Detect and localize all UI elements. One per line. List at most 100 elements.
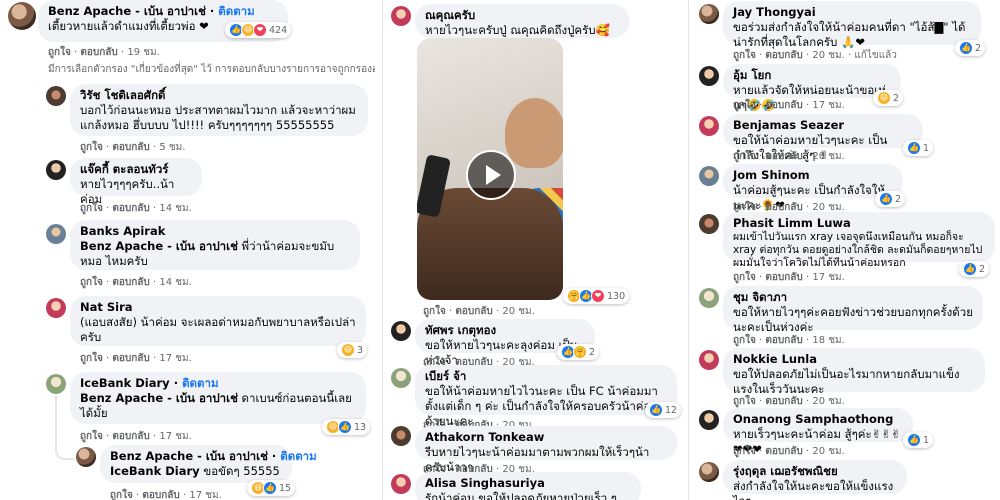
avatar[interactable] [46, 298, 66, 318]
like-link[interactable]: ถูกใจ [110, 490, 133, 500]
commenter-name[interactable]: รุ่งฤดุล เฌอรัชพณิชย [733, 464, 897, 479]
reaction-summary[interactable]: 👍 1 [903, 432, 934, 448]
reaction-summary[interactable]: 😆 3 [337, 342, 368, 358]
avatar[interactable] [391, 426, 411, 446]
reply-link[interactable]: ตอบกลับ [80, 47, 117, 58]
like-link[interactable]: ถูกใจ [80, 203, 103, 214]
commenter-name[interactable]: Benz Apache - เบ้น อาปาเช่ · ติดตาม [48, 4, 278, 19]
commenter-name[interactable]: ชุม จิดาภา [733, 290, 973, 305]
reaction-summary[interactable]: 👍 🤗 2 [557, 344, 600, 360]
timestamp[interactable]: 14 ชม. [159, 203, 191, 214]
commenter-name[interactable]: Benz Apache - เบ้น อาปาเช่ · ติดตาม [110, 449, 317, 464]
timestamp[interactable]: 17 ชม. [812, 272, 844, 283]
avatar[interactable] [699, 410, 719, 430]
avatar[interactable] [46, 160, 66, 180]
play-icon[interactable] [466, 150, 516, 200]
commenter-name[interactable]: วิรัช โชติเลอศักดิ์ [80, 88, 358, 103]
avatar[interactable] [699, 66, 719, 86]
follow-link[interactable]: ติดตาม [218, 4, 254, 18]
timestamp[interactable]: 19 ชม. [127, 47, 159, 58]
like-link[interactable]: ถูกใจ [733, 272, 756, 283]
like-link[interactable]: ถูกใจ [733, 396, 756, 407]
like-link[interactable]: ถูกใจ [48, 47, 71, 58]
reply-link[interactable]: ตอบกลับ [112, 142, 149, 153]
avatar[interactable] [391, 474, 411, 494]
avatar[interactable] [699, 350, 719, 370]
reaction-summary[interactable]: 👍 😆 ❤ 424 [225, 22, 292, 38]
like-link[interactable]: ถูกใจ [80, 277, 103, 288]
avatar[interactable] [699, 116, 719, 136]
like-link[interactable]: ถูกใจ [423, 306, 446, 317]
mention-tag[interactable]: IceBank Diary [110, 464, 200, 478]
commenter-name[interactable]: อุ้ม โยก [733, 68, 891, 83]
commenter-name[interactable]: ทัศพร เกตุทอง [425, 323, 585, 338]
commenter-name[interactable]: Nat Sira [80, 300, 356, 315]
mention-tag[interactable]: Benz Apache - เบ้น อาปาเช่ [80, 391, 238, 405]
commenter-name[interactable]: Phasit Limm Luwa [733, 216, 985, 231]
commenter-name[interactable]: Benjamas Seazer [733, 118, 913, 133]
commenter-name[interactable]: IceBank Diary · ติดตาม [80, 376, 356, 391]
commenter-name[interactable]: เบียร์ จ้า [425, 369, 667, 384]
reply-link[interactable]: ตอบกลับ [765, 446, 802, 457]
avatar[interactable] [76, 447, 96, 467]
avatar[interactable] [391, 321, 411, 341]
timestamp[interactable]: 17 ชม. [159, 353, 191, 364]
edited-label[interactable]: แก้ไขแล้ว [854, 50, 897, 61]
commenter-name[interactable]: Nokkie Lunla [733, 352, 975, 367]
follow-link[interactable]: ติดตาม [182, 376, 218, 390]
avatar[interactable] [391, 6, 411, 26]
reaction-summary[interactable]: 👍 2 [959, 261, 990, 277]
timestamp[interactable]: 20 ชม. [812, 446, 844, 457]
timestamp[interactable]: 20 ชม. [812, 50, 844, 61]
reply-link[interactable]: ตอบกลับ [112, 203, 149, 214]
like-link[interactable]: ถูกใจ [80, 431, 103, 442]
reaction-summary[interactable]: 😆 👍 13 [322, 419, 371, 435]
commenter-name[interactable]: Onanong Samphaothong [733, 412, 903, 427]
timestamp[interactable]: 20 ชม. [812, 396, 844, 407]
like-link[interactable]: ถูกใจ [733, 50, 756, 61]
timestamp[interactable]: 17 ชม. [189, 490, 221, 500]
reply-link[interactable]: ตอบกลับ [112, 353, 149, 364]
reply-link[interactable]: ตอบกลับ [765, 50, 802, 61]
mention-tag[interactable]: Benz Apache - เบ้น อาปาเช่ [80, 239, 238, 253]
like-link[interactable]: ถูกใจ [733, 446, 756, 457]
timestamp[interactable]: 17 ชม. [159, 431, 191, 442]
reaction-summary[interactable]: 👍 1 [903, 140, 934, 156]
avatar[interactable] [8, 2, 36, 30]
commenter-name[interactable]: Athakorn Tonkeaw [425, 430, 667, 445]
timestamp[interactable]: 18 ชม. [812, 335, 844, 346]
avatar[interactable] [391, 368, 411, 388]
avatar[interactable] [699, 462, 719, 482]
timestamp[interactable]: 14 ชม. [159, 277, 191, 288]
like-link[interactable]: ถูกใจ [733, 335, 756, 346]
avatar[interactable] [699, 4, 719, 24]
reaction-summary[interactable]: 😆 2 [873, 90, 904, 106]
avatar[interactable] [699, 288, 719, 308]
avatar[interactable] [46, 86, 66, 106]
timestamp[interactable]: 5 ชม. [159, 142, 185, 153]
reply-link[interactable]: ตอบกลับ [765, 100, 802, 111]
reply-link[interactable]: ตอบกลับ [765, 335, 802, 346]
reaction-summary[interactable]: 👍 12 [645, 402, 682, 418]
avatar[interactable] [699, 166, 719, 186]
reaction-summary[interactable]: 🤗 👍 ❤ 130 [563, 288, 630, 304]
reply-link[interactable]: ตอบกลับ [112, 277, 149, 288]
reply-link[interactable]: ตอบกลับ [455, 306, 492, 317]
commenter-name[interactable]: Alisa Singhasuriya [425, 476, 631, 491]
reaction-summary[interactable]: 👍 2 [875, 191, 906, 207]
reply-link[interactable]: ตอบกลับ [765, 272, 802, 283]
commenter-name[interactable]: Jom Shinom [733, 168, 893, 183]
follow-link[interactable]: ติดตาม [280, 449, 316, 463]
like-link[interactable]: ถูกใจ [733, 151, 756, 162]
reaction-summary[interactable]: 👍 2 [955, 40, 986, 56]
avatar[interactable] [699, 214, 719, 234]
reply-link[interactable]: ตอบกลับ [112, 431, 149, 442]
timestamp[interactable]: 20 ชม. [812, 151, 844, 162]
reply-link[interactable]: ตอบกลับ [142, 490, 179, 500]
avatar[interactable] [46, 224, 66, 244]
commenter-name[interactable]: Jay Thongyai [733, 5, 971, 20]
timestamp[interactable]: 20 ชม. [502, 306, 534, 317]
reaction-summary[interactable]: 😆 👍 15 [247, 480, 296, 496]
commenter-name[interactable]: ณคุณครับ [425, 8, 619, 23]
commenter-name[interactable]: Banks Apirak [80, 224, 350, 239]
